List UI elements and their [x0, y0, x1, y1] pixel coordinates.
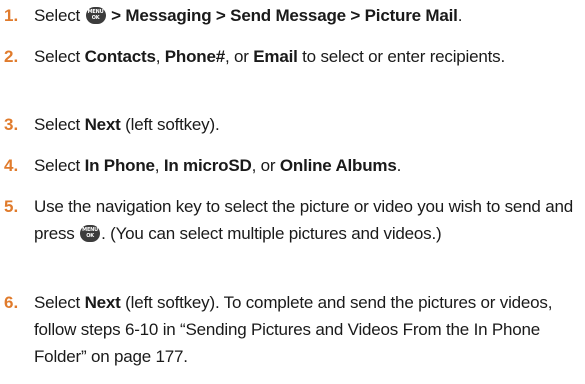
bold-term: > Messaging > Send Message > Picture Mai…	[106, 6, 458, 25]
bold-term: Contacts	[84, 47, 156, 66]
text-run: to select or enter recipients.	[297, 47, 505, 66]
text-run: Select	[34, 156, 85, 175]
text-run: Select	[34, 6, 85, 25]
bold-term: Online Albums	[279, 156, 397, 175]
step-text: Select In Phone, In microSD, or Online A…	[34, 152, 581, 179]
step-number: 6.	[4, 293, 19, 312]
instruction-steps: 1. Select MENU OK > Messaging > Send Mess…	[0, 0, 585, 384]
bold-term: Phone#	[164, 47, 225, 66]
ok-key-label: OK	[86, 233, 94, 239]
step-number: 1.	[4, 6, 19, 25]
text-run: .	[457, 6, 463, 25]
menu-ok-key-icon: MENU OK	[85, 7, 106, 24]
bold-term: Next	[84, 115, 121, 134]
step-number: 5.	[4, 197, 19, 216]
text-run: .	[396, 156, 402, 175]
bold-term: Next	[84, 293, 121, 312]
bold-term: In microSD	[163, 156, 252, 175]
text-run: Select	[34, 115, 85, 134]
ok-key-label: OK	[91, 15, 100, 21]
text-run: , or	[224, 47, 254, 66]
step-text: Select Contacts, Phone#, or Email to sel…	[34, 43, 581, 70]
menu-ok-key-icon: MENU OK	[80, 225, 101, 242]
text-run: ,	[155, 47, 165, 66]
bold-term: In Phone	[84, 156, 155, 175]
text-run: Select	[34, 47, 85, 66]
text-run: . (You can select multiple pictures and …	[101, 224, 442, 243]
step-number: 3.	[4, 115, 19, 134]
text-run: Select	[34, 293, 85, 312]
step-number: 4.	[4, 156, 19, 175]
step-text: Select Next (left softkey). To complete …	[34, 289, 581, 370]
step-number: 2.	[4, 47, 19, 66]
step-text: Use the navigation key to select the pic…	[34, 193, 581, 247]
bold-term: Email	[253, 47, 298, 66]
step-text: Select Next (left softkey).	[34, 111, 581, 138]
text-run: (left softkey).	[120, 115, 220, 134]
text-run: , or	[251, 156, 280, 175]
text-run: ,	[154, 156, 164, 175]
step-text: Select MENU OK > Messaging > Send Message…	[34, 2, 581, 29]
